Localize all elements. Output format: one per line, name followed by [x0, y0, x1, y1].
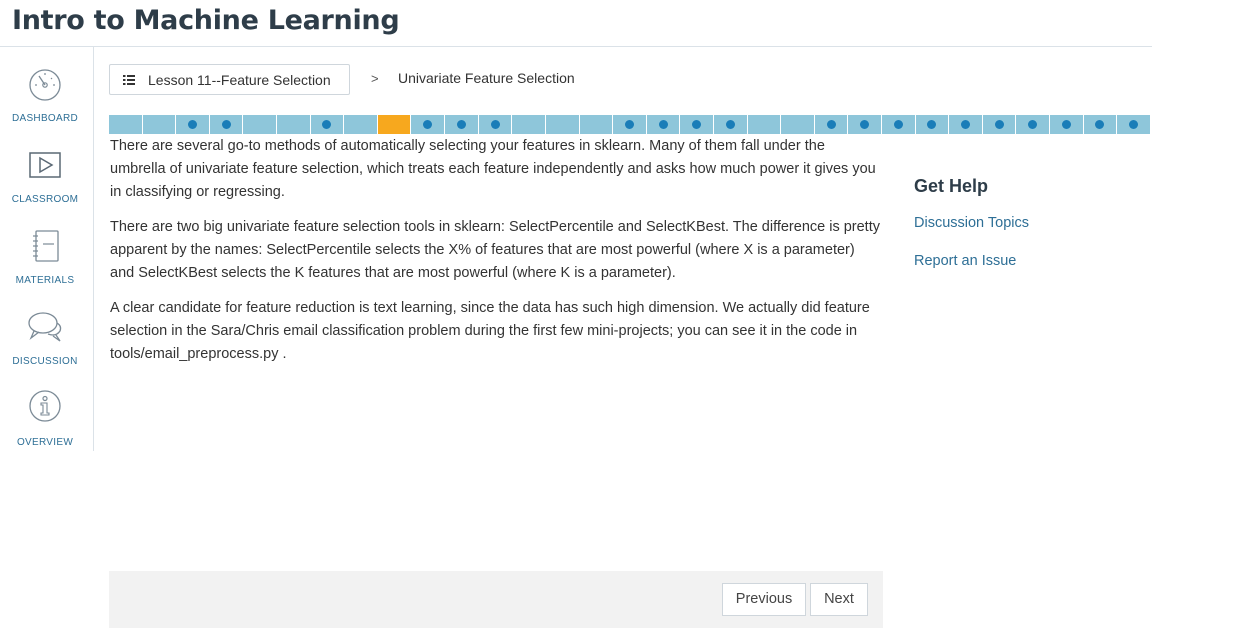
sidebar-item-label: DASHBOARD — [11, 113, 79, 124]
progress-segment[interactable] — [445, 115, 479, 134]
next-button[interactable]: Next — [810, 583, 868, 616]
gauge-icon — [29, 69, 61, 101]
progress-segment[interactable] — [344, 115, 378, 134]
header-divider — [0, 46, 1152, 47]
lesson-menu-button[interactable]: Lesson 11--Feature Selection — [109, 64, 350, 95]
progress-segment[interactable] — [713, 115, 748, 134]
content-paragraph: There are several go-to methods of autom… — [110, 138, 876, 200]
chat-bubbles-icon — [28, 312, 62, 342]
discussion-topics-link[interactable]: Discussion Topics — [914, 215, 1029, 231]
progress-segment[interactable] — [478, 115, 513, 134]
progress-segment[interactable] — [1117, 115, 1150, 134]
progress-segment[interactable] — [680, 115, 714, 134]
play-icon — [29, 152, 61, 178]
progress-segment[interactable] — [512, 115, 546, 134]
breadcrumb-current: Univariate Feature Selection — [398, 70, 575, 86]
sidebar-item-dashboard[interactable]: DASHBOARD — [0, 66, 90, 136]
progress-segment[interactable] — [176, 115, 210, 134]
progress-segment[interactable] — [310, 115, 345, 134]
progress-segment[interactable] — [781, 115, 815, 134]
content-paragraph: A clear candidate for feature reduction … — [110, 300, 870, 362]
progress-segment[interactable] — [1050, 115, 1084, 134]
progress-segment[interactable] — [209, 115, 244, 134]
progress-segment[interactable] — [613, 115, 647, 134]
progress-segment[interactable] — [848, 115, 883, 134]
lesson-content: There are several go-to methods of autom… — [110, 135, 882, 378]
progress-segment[interactable] — [109, 115, 143, 134]
previous-button[interactable]: Previous — [722, 583, 806, 616]
sidebar-nav: DASHBOARD CLASSROOM MATERIALS DISCUSSION — [0, 47, 94, 451]
progress-segment[interactable] — [949, 115, 983, 134]
progress-segment[interactable] — [579, 115, 614, 134]
progress-segment[interactable] — [915, 115, 950, 134]
progress-segment[interactable] — [814, 115, 849, 134]
progress-segment[interactable] — [882, 115, 916, 134]
list-icon — [123, 75, 135, 85]
progress-segment-current[interactable] — [377, 115, 412, 134]
breadcrumb-separator: > — [371, 71, 379, 86]
progress-segment[interactable] — [411, 115, 446, 134]
lesson-label: Lesson 11--Feature Selection — [148, 72, 331, 88]
course-title: Intro to Machine Learning — [12, 5, 400, 36]
progress-segment[interactable] — [646, 115, 681, 134]
sidebar-item-label: OVERVIEW — [16, 437, 74, 448]
progress-segment[interactable] — [1083, 115, 1118, 134]
sidebar-item-overview[interactable]: OVERVIEW — [0, 390, 90, 460]
report-issue-link[interactable]: Report an Issue — [914, 253, 1016, 269]
progress-segment[interactable] — [277, 115, 311, 134]
sidebar-item-label: CLASSROOM — [11, 194, 79, 205]
progress-segment[interactable] — [545, 115, 580, 134]
sidebar-item-label: DISCUSSION — [12, 356, 78, 367]
sidebar-item-materials[interactable]: MATERIALS — [0, 228, 90, 298]
get-help-title: Get Help — [914, 176, 989, 196]
info-icon — [29, 390, 61, 422]
sidebar-item-label: MATERIALS — [15, 275, 75, 286]
sidebar-item-classroom[interactable]: CLASSROOM — [0, 147, 90, 217]
sidebar-item-discussion[interactable]: DISCUSSION — [0, 309, 90, 379]
progress-segment[interactable] — [243, 115, 278, 134]
progress-segment[interactable] — [1016, 115, 1051, 134]
content-paragraph: There are two big univariate feature sel… — [110, 219, 880, 281]
progress-segment[interactable] — [142, 115, 177, 134]
progress-segment[interactable] — [982, 115, 1017, 134]
lesson-progress-bar — [109, 115, 1150, 134]
progress-segment[interactable] — [747, 115, 782, 134]
notebook-icon — [33, 230, 59, 262]
